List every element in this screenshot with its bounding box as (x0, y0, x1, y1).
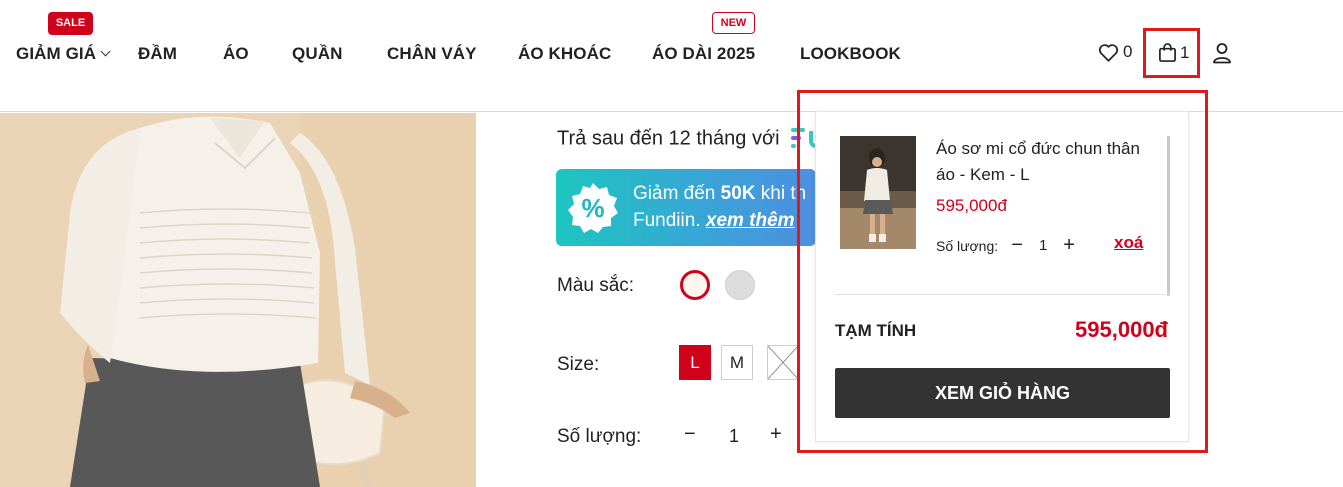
sale-badge: SALE (48, 12, 93, 35)
user-icon (1213, 43, 1231, 64)
cart-item-qty-value[interactable]: 1 (1028, 237, 1058, 254)
nav-item-dresses[interactable]: ĐẦM (138, 44, 177, 64)
quantity-label: Số lượng: (557, 426, 642, 447)
product-photo (0, 113, 476, 487)
pay-later-text: Trả sau đến 12 tháng với (557, 127, 822, 151)
nav-item-tops[interactable]: ÁO (223, 44, 249, 64)
quantity-value[interactable]: 1 (729, 426, 739, 447)
shopping-bag-icon (1159, 43, 1176, 62)
svg-text:%: % (581, 193, 604, 223)
cart-item-quantity-row: Số lượng: − 1 + (936, 234, 1080, 257)
crossed-out-icon (768, 346, 798, 379)
size-label: Size: (557, 354, 600, 375)
new-badge: NEW (712, 12, 755, 34)
size-option-l[interactable]: L (679, 345, 711, 380)
wishlist-count: 0 (1123, 42, 1133, 61)
subtotal-value: 595,000đ (1075, 317, 1168, 342)
wishlist-button[interactable]: 0 (1098, 42, 1132, 62)
chevron-down-icon (100, 46, 111, 57)
cart-item-remove-link[interactable]: xoá (1114, 233, 1143, 253)
cart-item-price: 595,000đ (936, 196, 1007, 215)
heart-icon (1098, 43, 1119, 62)
color-swatch-grey[interactable] (725, 270, 755, 300)
cart-count: 1 (1180, 42, 1190, 62)
cart-button[interactable]: 1 (1158, 42, 1189, 63)
nav-item-skirts[interactable]: CHÂN VÁY (387, 44, 477, 64)
size-option-m[interactable]: M (721, 345, 753, 380)
product-image (0, 113, 476, 487)
promo-see-more-link[interactable]: xem thêm (706, 210, 795, 231)
quantity-minus-button[interactable]: − (684, 423, 696, 446)
cart-item-name[interactable]: Áo sơ mi cổ đức chun thân áo - Kem - L (936, 136, 1151, 188)
color-swatch-cream[interactable] (680, 270, 710, 300)
cart-item-qty-label: Số lượng: (936, 237, 999, 254)
discount-badge-icon: % (568, 183, 618, 233)
subtotal-label: TẠM TÍNH (835, 321, 917, 340)
mini-cart-dropdown: Áo sơ mi cổ đức chun thân áo - Kem - L 5… (815, 111, 1189, 442)
promo-amount: 50K (720, 183, 756, 204)
account-button[interactable] (1212, 42, 1232, 69)
size-option-unavailable[interactable] (767, 345, 799, 380)
promo-line1-prefix: Giảm đến (633, 183, 721, 204)
fundiin-promo-banner[interactable]: % Giảm đến 50K khi th Fundiin. xem thêm (556, 169, 816, 246)
nav-item-sale[interactable]: GIẢM GIÁ (16, 44, 111, 64)
cart-item-thumbnail[interactable] (840, 136, 916, 249)
promo-line2-prefix: Fundiin. (633, 210, 706, 231)
nav-item-jackets[interactable]: ÁO KHOÁC (518, 44, 611, 64)
view-cart-button[interactable]: XEM GIỎ HÀNG (835, 368, 1170, 418)
nav-item-label: GIẢM GIÁ (16, 44, 97, 63)
pay-later-label: Trả sau đến 12 tháng với (557, 127, 780, 150)
cart-items-scrollbar[interactable] (1167, 136, 1170, 296)
quantity-plus-button[interactable]: + (770, 423, 782, 446)
promo-text: Giảm đến 50K khi th Fundiin. xem thêm (633, 180, 806, 234)
nav-item-ao-dai[interactable]: ÁO DÀI 2025 (652, 44, 755, 64)
cart-divider (834, 294, 1170, 295)
color-label: Màu sắc: (557, 275, 635, 296)
nav-item-pants[interactable]: QUẦN (292, 44, 342, 64)
nav-item-lookbook[interactable]: LOOKBOOK (800, 44, 901, 64)
cart-item-photo (840, 136, 916, 249)
cart-item-qty-minus-button[interactable]: − (1006, 234, 1028, 257)
cart-item-qty-plus-button[interactable]: + (1058, 234, 1080, 257)
